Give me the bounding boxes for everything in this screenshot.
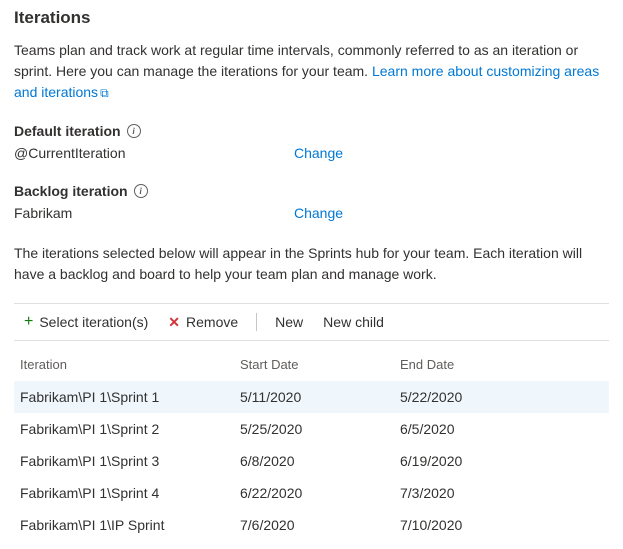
- intro-text: Teams plan and track work at regular tim…: [14, 40, 609, 103]
- external-link-icon: ⧉: [100, 84, 109, 102]
- cell-start-date: 6/8/2020: [240, 453, 400, 469]
- cell-end-date: 7/3/2020: [400, 485, 603, 501]
- cell-end-date: 7/10/2020: [400, 517, 603, 533]
- select-iterations-button[interactable]: + Select iteration(s): [18, 312, 154, 332]
- default-iteration-label: Default iteration i: [14, 123, 609, 139]
- backlog-iteration-label: Backlog iteration i: [14, 183, 609, 199]
- info-icon[interactable]: i: [127, 124, 141, 138]
- cell-end-date: 6/5/2020: [400, 421, 603, 437]
- default-iteration-change[interactable]: Change: [294, 145, 343, 161]
- cell-start-date: 7/6/2020: [240, 517, 400, 533]
- default-iteration-value: @CurrentIteration: [14, 145, 294, 161]
- backlog-iteration-value: Fabrikam: [14, 205, 294, 221]
- cell-start-date: 5/25/2020: [240, 421, 400, 437]
- page-title: Iterations: [14, 8, 609, 28]
- col-header-start-date[interactable]: Start Date: [240, 357, 400, 372]
- default-iteration-row: @CurrentIteration Change: [14, 145, 609, 161]
- cell-start-date: 5/11/2020: [240, 389, 400, 405]
- iterations-toolbar: + Select iteration(s) ✕ Remove New New c…: [14, 303, 609, 341]
- table-row[interactable]: Fabrikam\PI 1\Sprint 46/22/20207/3/2020: [14, 477, 609, 509]
- cell-iteration: Fabrikam\PI 1\IP Sprint: [20, 517, 240, 533]
- cell-iteration: Fabrikam\PI 1\Sprint 3: [20, 453, 240, 469]
- toolbar-separator: [256, 313, 257, 331]
- cell-iteration: Fabrikam\PI 1\Sprint 4: [20, 485, 240, 501]
- table-row[interactable]: Fabrikam\PI 1\Sprint 25/25/20206/5/2020: [14, 413, 609, 445]
- table-header: Iteration Start Date End Date: [14, 349, 609, 381]
- iterations-description: The iterations selected below will appea…: [14, 243, 609, 285]
- new-child-button[interactable]: New child: [317, 312, 390, 332]
- cell-iteration: Fabrikam\PI 1\Sprint 1: [20, 389, 240, 405]
- default-iteration-label-text: Default iteration: [14, 123, 121, 139]
- select-iterations-label: Select iteration(s): [39, 314, 148, 330]
- table-row[interactable]: Fabrikam\PI 1\IP Sprint7/6/20207/10/2020: [14, 509, 609, 541]
- cell-end-date: 6/19/2020: [400, 453, 603, 469]
- cell-start-date: 6/22/2020: [240, 485, 400, 501]
- col-header-end-date[interactable]: End Date: [400, 357, 603, 372]
- cell-end-date: 5/22/2020: [400, 389, 603, 405]
- col-header-iteration[interactable]: Iteration: [20, 357, 240, 372]
- backlog-iteration-row: Fabrikam Change: [14, 205, 609, 221]
- plus-icon: +: [24, 314, 33, 330]
- remove-button[interactable]: ✕ Remove: [162, 312, 244, 332]
- cell-iteration: Fabrikam\PI 1\Sprint 2: [20, 421, 240, 437]
- backlog-iteration-label-text: Backlog iteration: [14, 183, 128, 199]
- table-row[interactable]: Fabrikam\PI 1\Sprint 15/11/20205/22/2020: [14, 381, 609, 413]
- iterations-table: Iteration Start Date End Date Fabrikam\P…: [14, 349, 609, 541]
- remove-label: Remove: [186, 314, 238, 330]
- backlog-iteration-change[interactable]: Change: [294, 205, 343, 221]
- table-row[interactable]: Fabrikam\PI 1\Sprint 36/8/20206/19/2020: [14, 445, 609, 477]
- x-icon: ✕: [168, 315, 180, 329]
- new-button[interactable]: New: [269, 312, 309, 332]
- info-icon[interactable]: i: [134, 184, 148, 198]
